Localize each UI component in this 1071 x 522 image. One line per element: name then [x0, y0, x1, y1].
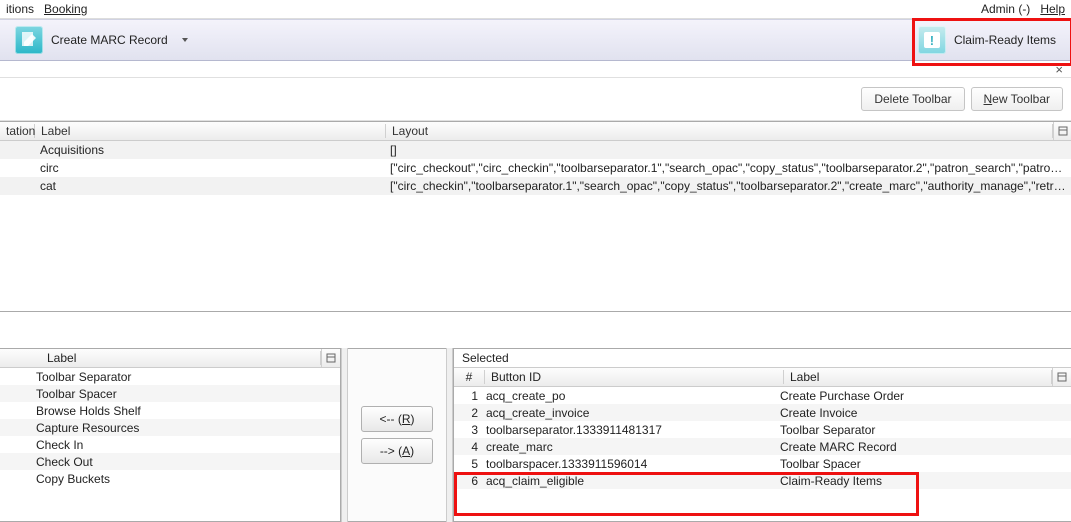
available-panel: Label Toolbar Separator Toolbar Spacer B… [0, 348, 341, 522]
available-header: Label [0, 349, 340, 368]
menu-bar: itions Booking Admin (-) Help [0, 0, 1071, 19]
new-toolbar-button[interactable]: New Toolbar [971, 87, 1064, 111]
cell-label: circ [34, 161, 384, 175]
column-picker-icon[interactable] [1052, 368, 1071, 386]
add-button[interactable]: --> (A) [361, 438, 433, 464]
table-row[interactable]: Acquisitions [] [0, 141, 1071, 159]
table-row[interactable]: 1acq_create_poCreate Purchase Order [454, 387, 1071, 404]
splitter-handle[interactable] [446, 348, 453, 522]
table-row[interactable]: 5toolbarspacer.1333911596014Toolbar Spac… [454, 455, 1071, 472]
list-item[interactable]: Check Out [0, 453, 340, 470]
cell-layout: ["circ_checkout","circ_checkin","toolbar… [384, 161, 1071, 175]
col-header-button-id[interactable]: Button ID [485, 370, 784, 384]
toolbar-definitions-grid: tation Label Layout Acquisitions [] circ… [0, 121, 1071, 312]
list-item[interactable]: Toolbar Spacer [0, 385, 340, 402]
column-picker-icon[interactable] [321, 349, 340, 367]
table-row[interactable]: 3toolbarseparator.1333911481317Toolbar S… [454, 421, 1071, 438]
list-item[interactable]: Toolbar Separator [0, 368, 340, 385]
cell-layout: ["circ_checkin","toolbarseparator.1","se… [384, 179, 1071, 193]
table-row[interactable]: cat ["circ_checkin","toolbarseparator.1"… [0, 177, 1071, 195]
alert-icon: ! [918, 26, 946, 54]
menu-item-booking[interactable]: Booking [44, 2, 87, 16]
table-row[interactable]: 4create_marcCreate MARC Record [454, 438, 1071, 455]
remove-button[interactable]: <-- (R) [361, 406, 433, 432]
tab-close-row: × [0, 61, 1071, 78]
list-item[interactable]: Copy Buckets [0, 470, 340, 487]
table-row[interactable]: 6acq_claim_eligibleClaim-Ready Items [454, 472, 1071, 489]
delete-toolbar-button[interactable]: Delete Toolbar [861, 87, 964, 111]
selected-body: 1acq_create_poCreate Purchase Order 2acq… [454, 387, 1071, 489]
close-icon[interactable]: × [1055, 62, 1063, 77]
dropdown-icon [182, 38, 188, 42]
col-header-label[interactable]: Label [784, 370, 1052, 384]
list-item[interactable]: Check In [0, 436, 340, 453]
create-marc-label: Create MARC Record [51, 33, 168, 47]
splitter-handle[interactable] [341, 348, 348, 522]
create-marc-button[interactable]: Create MARC Record [8, 24, 195, 56]
col-header-label[interactable]: Label [35, 124, 386, 138]
toolbar-action-row: Delete Toolbar New Toolbar [0, 78, 1071, 121]
cell-label: Acquisitions [34, 143, 384, 157]
move-controls: <-- (R) --> (A) [348, 348, 446, 522]
cell-layout: [] [384, 143, 1071, 157]
selected-title: Selected [454, 349, 1071, 368]
grid-body: Acquisitions [] circ ["circ_checkout","c… [0, 141, 1071, 311]
col-header-num[interactable]: # [454, 370, 485, 384]
selected-panel: Selected # Button ID Label 1acq_create_p… [453, 348, 1071, 522]
main-toolbar: Create MARC Record ! Claim-Ready Items [0, 19, 1071, 61]
col-header-layout[interactable]: Layout [386, 124, 1053, 138]
col-header-station[interactable]: tation [0, 124, 35, 138]
claim-ready-button[interactable]: ! Claim-Ready Items [911, 24, 1063, 56]
claim-ready-label: Claim-Ready Items [954, 33, 1056, 47]
document-edit-icon [15, 26, 43, 54]
table-row[interactable]: 2acq_create_invoiceCreate Invoice [454, 404, 1071, 421]
list-item[interactable]: Capture Resources [0, 419, 340, 436]
col-header-label[interactable]: Label [41, 351, 321, 365]
menu-item-admin[interactable]: Admin (-) [981, 2, 1030, 16]
column-picker-icon[interactable] [1053, 122, 1071, 140]
menu-item-help[interactable]: Help [1040, 2, 1065, 16]
selected-header: # Button ID Label [454, 368, 1071, 387]
split-region: Label Toolbar Separator Toolbar Spacer B… [0, 348, 1071, 522]
available-body: Toolbar Separator Toolbar Spacer Browse … [0, 368, 340, 487]
cell-label: cat [34, 179, 384, 193]
table-row[interactable]: circ ["circ_checkout","circ_checkin","to… [0, 159, 1071, 177]
menu-item-itions[interactable]: itions [6, 2, 34, 16]
list-item[interactable]: Browse Holds Shelf [0, 402, 340, 419]
grid-header: tation Label Layout [0, 122, 1071, 141]
